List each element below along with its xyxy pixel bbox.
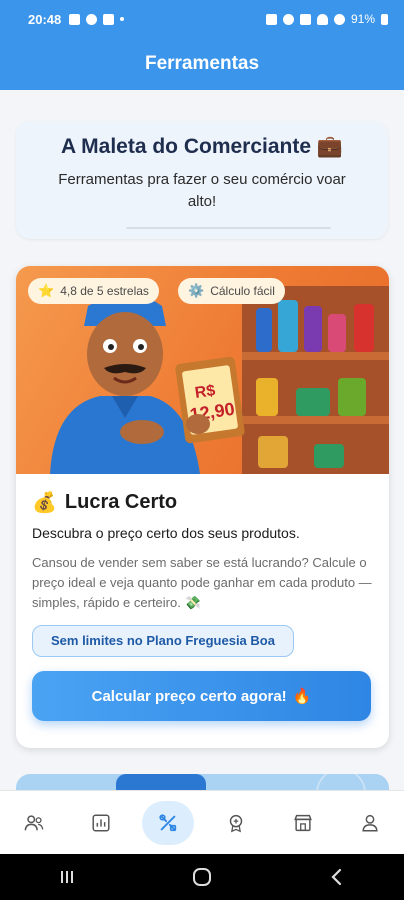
gear-icon: ⚙️ xyxy=(188,283,205,298)
product-bottle xyxy=(304,306,322,352)
header-title-text: A Maleta do Comerciante xyxy=(60,135,312,158)
profile-icon xyxy=(362,814,378,832)
app-notification-icon xyxy=(103,13,115,25)
rating-chip: ⭐ 4,8 de 5 estrelas xyxy=(28,278,159,304)
system-navigation-bar xyxy=(0,854,404,900)
product-jar xyxy=(256,378,278,416)
gallery-icon xyxy=(69,13,81,25)
nfc-icon xyxy=(265,13,277,25)
tool-subtitle: Descubra o preço certo dos seus produtos… xyxy=(32,525,300,541)
tool-description: Cansou de vender sem saber se está lucra… xyxy=(32,555,372,610)
nav-customers[interactable] xyxy=(8,801,60,845)
easy-calc-chip-label: Cálculo fácil xyxy=(210,284,275,298)
tools-icon xyxy=(159,813,177,831)
product-box xyxy=(296,388,330,416)
header-divider xyxy=(126,227,331,229)
chart-icon xyxy=(92,813,110,832)
header-card: A Maleta do Comerciante 💼 Ferramentas pr… xyxy=(16,121,388,239)
calculate-price-label: Calcular preço certo agora! xyxy=(91,687,287,705)
battery-icon xyxy=(381,13,388,25)
shelf-board xyxy=(242,352,389,360)
system-status-icons: 91% xyxy=(265,12,388,26)
tool-title: 💰 Lucra Certo xyxy=(32,490,373,515)
fire-icon: 🔥 xyxy=(292,688,312,705)
battery-level: 91% xyxy=(350,12,375,26)
whatsapp-icon xyxy=(86,13,98,25)
alarm-icon xyxy=(282,13,294,25)
next-card-illustration xyxy=(116,774,206,790)
shelf-board xyxy=(242,416,389,424)
product-box xyxy=(338,378,366,416)
home-icon[interactable] xyxy=(191,866,213,888)
next-tool-card-preview[interactable] xyxy=(16,774,389,790)
star-icon: ⭐ xyxy=(38,283,55,298)
back-icon[interactable] xyxy=(327,867,347,887)
nav-tools[interactable] xyxy=(142,800,195,845)
nav-profile[interactable] xyxy=(344,801,396,845)
header-subtitle: Ferramentas pra fazer o seu comércio voa… xyxy=(58,171,346,210)
notification-icons xyxy=(69,13,125,25)
store-icon xyxy=(294,814,312,831)
price-label-currency: R$ xyxy=(194,382,217,402)
product-bottle xyxy=(354,304,374,352)
recent-apps-icon[interactable] xyxy=(57,867,77,887)
mute-icon xyxy=(299,13,311,25)
briefcase-icon: 💼 xyxy=(316,135,344,158)
tool-body: 💰 Lucra Certo Descubra o preço certo dos… xyxy=(16,474,389,721)
plan-badge[interactable]: Sem limites no Plano Freguesia Boa xyxy=(32,625,294,657)
calculate-price-button[interactable]: Calcular preço certo agora! 🔥 xyxy=(32,671,371,721)
bottom-navigation xyxy=(0,790,404,854)
page-title: Ferramentas xyxy=(144,53,260,74)
wifi-icon xyxy=(316,13,328,25)
tool-card-lucra-certo[interactable]: R$ 12,90 ⭐ 4,8 de 5 estrelas ⚙️ Cálculo … xyxy=(16,266,389,748)
product-box xyxy=(258,436,288,468)
status-time: 20:48 xyxy=(28,11,62,27)
header-title: A Maleta do Comerciante 💼 xyxy=(16,135,388,159)
money-bag-icon: 💰 xyxy=(32,492,57,514)
product-box xyxy=(328,314,346,352)
no-signal-icon xyxy=(333,13,345,25)
tool-title-text: Lucra Certo xyxy=(64,491,178,513)
status-bar: 20:48 91% xyxy=(0,0,404,38)
product-box xyxy=(314,444,344,468)
customers-icon xyxy=(24,814,44,830)
nav-store[interactable] xyxy=(277,801,329,845)
easy-calc-chip: ⚙️ Cálculo fácil xyxy=(178,278,285,304)
next-card-clock-illustration xyxy=(316,774,366,790)
rating-chip-label: 4,8 de 5 estrelas xyxy=(60,284,149,298)
badge-icon xyxy=(229,814,242,832)
more-notifications-icon xyxy=(120,17,125,21)
merchant-illustration: R$ 12,90 xyxy=(50,294,245,474)
nav-reports[interactable] xyxy=(75,801,127,845)
product-bottle xyxy=(256,308,272,352)
app-bar: Ferramentas xyxy=(0,38,404,90)
main-content[interactable]: A Maleta do Comerciante 💼 Ferramentas pr… xyxy=(0,90,404,790)
nav-rewards[interactable] xyxy=(210,801,262,845)
product-bottle xyxy=(278,300,298,352)
hero-illustration: R$ 12,90 ⭐ 4,8 de 5 estrelas ⚙️ Cálculo … xyxy=(16,266,389,474)
